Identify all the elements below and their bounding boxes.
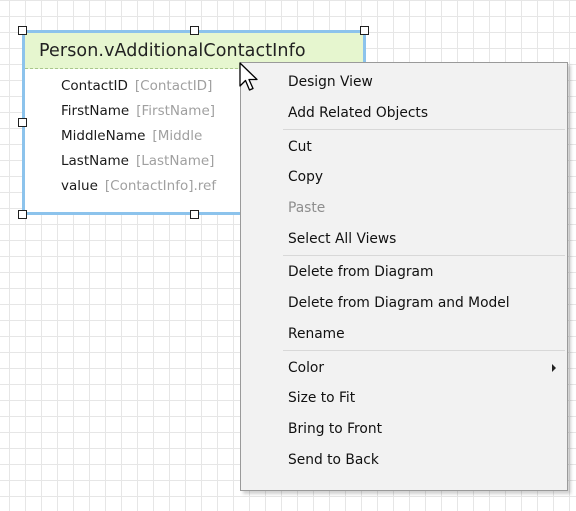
- menu-item-label: Select All Views: [288, 230, 397, 247]
- menu-item-label: Cut: [288, 138, 312, 155]
- menu-item-color[interactable]: Color: [241, 352, 567, 383]
- menu-item-select-all-views[interactable]: Select All Views: [241, 223, 567, 254]
- entity-title: Person.vAdditionalContactInfo: [39, 40, 306, 61]
- resize-handle-top-right[interactable]: [360, 26, 369, 35]
- menu-item-label: Design View: [288, 74, 373, 91]
- menu-item-copy[interactable]: Copy: [241, 162, 567, 193]
- field-name: MiddleName: [61, 127, 146, 144]
- field-expression: [ContactID]: [134, 77, 213, 94]
- menu-item-bring-to-front[interactable]: Bring to Front: [241, 414, 567, 445]
- resize-handle-left[interactable]: [18, 118, 27, 127]
- menu-separator: [283, 255, 565, 257]
- mouse-cursor-icon: [239, 62, 258, 91]
- menu-item-label: Rename: [288, 325, 345, 342]
- menu-item-label: Delete from Diagram: [288, 264, 434, 281]
- field-name: LastName: [61, 153, 129, 170]
- field-name: ContactID: [61, 77, 128, 94]
- field-name: value: [61, 178, 98, 195]
- menu-item-paste: Paste: [241, 193, 567, 224]
- menu-item-add-related-objects[interactable]: Add Related Objects: [241, 98, 567, 129]
- context-menu: Design View Add Related Objects Cut Copy…: [240, 62, 568, 491]
- resize-handle-bottom-left[interactable]: [18, 210, 27, 219]
- submenu-arrow-icon: [552, 363, 556, 372]
- menu-item-label: Size to Fit: [288, 390, 356, 407]
- menu-item-label: Delete from Diagram and Model: [288, 295, 510, 312]
- field-expression: [Middle: [152, 127, 203, 144]
- field-name: FirstName: [61, 102, 130, 119]
- menu-item-label: Copy: [288, 169, 323, 186]
- menu-item-label: Color: [288, 359, 325, 376]
- menu-item-design-view[interactable]: Design View: [241, 67, 567, 98]
- menu-item-label: Bring to Front: [288, 420, 382, 437]
- menu-item-size-to-fit[interactable]: Size to Fit: [241, 383, 567, 414]
- menu-separator: [283, 350, 565, 352]
- menu-separator: [283, 129, 565, 131]
- menu-item-send-to-back[interactable]: Send to Back: [241, 444, 567, 475]
- field-expression: [FirstName]: [136, 102, 216, 119]
- menu-item-label: Add Related Objects: [288, 105, 429, 122]
- field-expression: [LastName]: [135, 153, 215, 170]
- menu-item-delete-from-diagram[interactable]: Delete from Diagram: [241, 257, 567, 288]
- menu-item-delete-from-diagram-and-model[interactable]: Delete from Diagram and Model: [241, 288, 567, 319]
- resize-handle-top[interactable]: [190, 26, 199, 35]
- field-expression: [ContactInfo].ref: [104, 178, 217, 195]
- menu-item-label: Send to Back: [288, 451, 379, 468]
- menu-item-label: Paste: [288, 200, 326, 217]
- menu-item-rename[interactable]: Rename: [241, 319, 567, 350]
- resize-handle-top-left[interactable]: [18, 26, 27, 35]
- resize-handle-bottom[interactable]: [190, 210, 199, 219]
- menu-item-cut[interactable]: Cut: [241, 131, 567, 162]
